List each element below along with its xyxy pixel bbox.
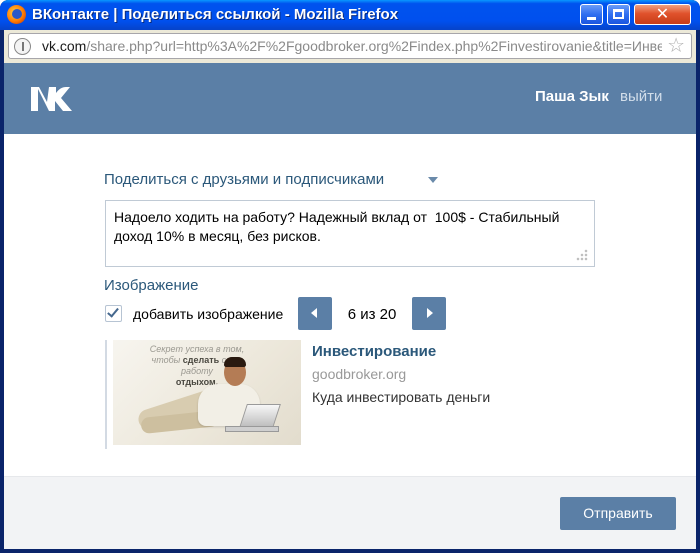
arrow-right-icon	[427, 308, 433, 318]
checkmark-icon	[107, 305, 119, 318]
chevron-down-icon[interactable]	[428, 177, 438, 183]
close-icon: ✕	[655, 6, 670, 23]
vk-logo-icon[interactable]	[28, 81, 80, 115]
bookmark-star-icon[interactable]: ☆	[667, 35, 685, 57]
logout-link[interactable]: выйти	[620, 88, 662, 105]
preview-image: Секрет успеха в том, чтобы сделать свою …	[113, 340, 301, 445]
maximize-button[interactable]	[607, 4, 630, 25]
add-image-checkbox[interactable]	[105, 305, 122, 322]
laptop-illustration	[239, 404, 281, 428]
close-button[interactable]: ✕	[634, 4, 691, 25]
url-host: vk.com	[42, 38, 87, 54]
address-bar[interactable]: vk.com/share.php?url=http%3A%2F%2Fgoodbr…	[8, 33, 692, 59]
user-name-link[interactable]: Паша Зык	[535, 88, 609, 105]
window-title: ВКонтакте | Поделиться ссылкой - Mozilla…	[32, 6, 399, 23]
link-description: Куда инвестировать деньги	[312, 389, 491, 405]
message-text: Надоело ходить на работу? Надежный вклад…	[114, 209, 560, 244]
preview-divider	[105, 340, 107, 449]
url-text[interactable]: vk.com/share.php?url=http%3A%2F%2Fgoodbr…	[42, 38, 662, 54]
footer-bar: Отправить	[4, 476, 696, 549]
page-content: Паша Зык выйти Поделиться с друзьями и п…	[4, 63, 696, 549]
link-domain: goodbroker.org	[312, 366, 407, 382]
send-button[interactable]: Отправить	[560, 497, 676, 530]
navigation-toolbar: vk.com/share.php?url=http%3A%2F%2Fgoodbr…	[4, 30, 696, 63]
share-target-dropdown[interactable]: Поделиться с друзьями и подписчиками	[104, 171, 384, 188]
site-identity-icon[interactable]	[14, 38, 31, 55]
minimize-button[interactable]	[580, 4, 603, 25]
vk-header: Паша Зык выйти	[4, 63, 696, 134]
resize-handle-icon[interactable]	[576, 249, 588, 261]
next-image-button[interactable]	[412, 297, 446, 330]
add-image-label[interactable]: добавить изображение	[133, 306, 283, 322]
url-path: /share.php?url=http%3A%2F%2Fgoodbroker.o…	[86, 38, 662, 54]
image-counter: 6 из 20	[347, 306, 397, 323]
browser-window: ВКонтакте | Поделиться ссылкой - Mozilla…	[0, 0, 700, 553]
link-title[interactable]: Инвестирование	[312, 343, 436, 360]
firefox-icon	[7, 5, 26, 24]
image-section-heading: Изображение	[104, 277, 199, 294]
arrow-left-icon	[311, 308, 317, 318]
message-textarea[interactable]: Надоело ходить на работу? Надежный вклад…	[105, 200, 595, 267]
prev-image-button[interactable]	[298, 297, 332, 330]
title-bar[interactable]: ВКонтакте | Поделиться ссылкой - Mozilla…	[0, 0, 700, 30]
maximize-icon	[613, 9, 624, 19]
minimize-icon	[587, 17, 596, 20]
